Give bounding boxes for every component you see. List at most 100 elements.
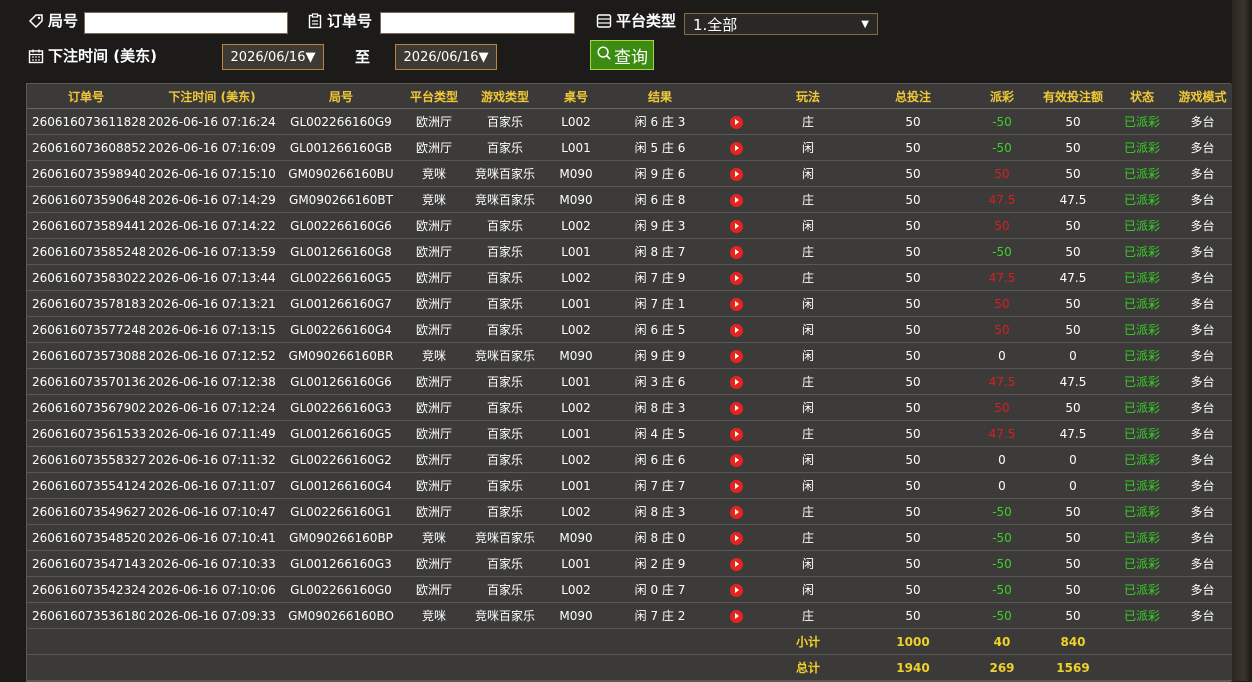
platform-type-cell: 竞咪: [403, 186, 465, 213]
payout-cell: 50: [969, 290, 1035, 317]
video-cell[interactable]: [713, 160, 759, 187]
play-icon[interactable]: [729, 583, 743, 597]
platform-type-cell: 欧洲厅: [403, 420, 465, 447]
video-cell[interactable]: [713, 342, 759, 369]
video-cell[interactable]: [713, 472, 759, 499]
date-to-picker[interactable]: 2026/06/16 ▼: [395, 44, 497, 70]
order-no-cell: 260616073578183: [27, 290, 145, 317]
game-mode-cell: 多台: [1173, 316, 1232, 343]
play-icon[interactable]: [729, 427, 743, 441]
play-icon[interactable]: [729, 167, 743, 181]
header-valid-bet: 有效投注额: [1035, 84, 1111, 109]
game-mode-cell: 多台: [1173, 576, 1232, 603]
video-cell[interactable]: [713, 394, 759, 421]
game-mode-cell: 多台: [1173, 108, 1232, 135]
video-cell[interactable]: [713, 290, 759, 317]
play-icon[interactable]: [729, 531, 743, 545]
order-input[interactable]: [380, 12, 575, 34]
video-cell[interactable]: [713, 420, 759, 447]
video-cell[interactable]: [713, 316, 759, 343]
game-mode-cell: 多台: [1173, 394, 1232, 421]
video-cell[interactable]: [713, 264, 759, 291]
game-type-cell: 百家乐: [465, 134, 545, 161]
round-no-cell: GL001266160G5: [279, 420, 403, 447]
round-no-cell: GL001266160G7: [279, 290, 403, 317]
play-icon[interactable]: [729, 453, 743, 467]
table-row: 260616073567902 2026-06-16 07:12:24 GL0022…: [27, 394, 1232, 421]
header-platform: 平台类型: [403, 84, 465, 109]
order-no-cell: 260616073611828: [27, 108, 145, 135]
play-icon[interactable]: [729, 219, 743, 233]
video-cell[interactable]: [713, 108, 759, 135]
bet-time-cell: 2026-06-16 07:15:10: [145, 160, 279, 187]
bet-type-cell: 庄: [759, 108, 857, 135]
video-cell[interactable]: [713, 550, 759, 577]
valid-bet-cell: 0: [1035, 342, 1111, 369]
play-icon[interactable]: [729, 609, 743, 623]
play-icon[interactable]: [729, 349, 743, 363]
status-cell: 已派彩: [1111, 576, 1173, 603]
tag-icon: [27, 12, 45, 30]
status-cell: 已派彩: [1111, 420, 1173, 447]
platform-type-cell: 欧洲厅: [403, 212, 465, 239]
bet-type-cell: 庄: [759, 420, 857, 447]
date-from-value: 2026/06/16: [230, 49, 306, 65]
video-cell[interactable]: [713, 238, 759, 265]
video-cell[interactable]: [713, 524, 759, 551]
table-no-cell: M090: [545, 186, 607, 213]
subtotal-total: 1000: [857, 628, 969, 655]
video-cell[interactable]: [713, 134, 759, 161]
query-button[interactable]: 查询: [590, 40, 654, 70]
play-icon[interactable]: [729, 479, 743, 493]
total-bet-cell: 50: [857, 290, 969, 317]
total-bet-cell: 50: [857, 420, 969, 447]
date-from-picker[interactable]: 2026/06/16 ▼: [222, 44, 324, 70]
game-type-cell: 竞咪百家乐: [465, 342, 545, 369]
play-icon[interactable]: [729, 297, 743, 311]
round-no-cell: GM090266160BO: [279, 602, 403, 629]
table-row: 260616073585248 2026-06-16 07:13:59 GL0012…: [27, 238, 1232, 265]
play-icon[interactable]: [729, 375, 743, 389]
table-no-cell: L002: [545, 212, 607, 239]
video-cell[interactable]: [713, 576, 759, 603]
table-row: 260616073589441 2026-06-16 07:14:22 GL0022…: [27, 212, 1232, 239]
video-cell[interactable]: [713, 212, 759, 239]
play-icon[interactable]: [729, 557, 743, 571]
round-input[interactable]: [84, 12, 288, 34]
video-cell[interactable]: [713, 186, 759, 213]
valid-bet-cell: 50: [1035, 498, 1111, 525]
play-icon[interactable]: [729, 401, 743, 415]
status-cell: 已派彩: [1111, 368, 1173, 395]
order-no-cell: 260616073554124: [27, 472, 145, 499]
total-bet-cell: 50: [857, 316, 969, 343]
status-cell: 已派彩: [1111, 524, 1173, 551]
play-icon[interactable]: [729, 193, 743, 207]
table-row: 260616073583022 2026-06-16 07:13:44 GL0022…: [27, 264, 1232, 291]
play-icon[interactable]: [729, 115, 743, 129]
play-icon[interactable]: [729, 271, 743, 285]
video-cell[interactable]: [713, 498, 759, 525]
video-cell[interactable]: [713, 368, 759, 395]
order-no-cell: 260616073608852: [27, 134, 145, 161]
video-cell[interactable]: [713, 602, 759, 629]
play-icon[interactable]: [729, 323, 743, 337]
play-icon[interactable]: [729, 141, 743, 155]
round-no-cell: GM090266160BR: [279, 342, 403, 369]
bet-time-cell: 2026-06-16 07:10:47: [145, 498, 279, 525]
round-no-cell: GL002266160G9: [279, 108, 403, 135]
grand-total-row: 总计 1940 269 1569: [27, 654, 1232, 681]
table-row: 260616073549627 2026-06-16 07:10:47 GL0022…: [27, 498, 1232, 525]
time-filter: 下注时间 (美东): [27, 45, 157, 66]
table-row: 260616073548520 2026-06-16 07:10:41 GM0902…: [27, 524, 1232, 551]
bet-time-cell: 2026-06-16 07:16:24: [145, 108, 279, 135]
video-cell[interactable]: [713, 446, 759, 473]
bet-time-cell: 2026-06-16 07:13:15: [145, 316, 279, 343]
grand-total-total: 1940: [857, 654, 969, 681]
round-no-cell: GL001266160G6: [279, 368, 403, 395]
valid-bet-cell: 50: [1035, 134, 1111, 161]
order-no-cell: 260616073570136: [27, 368, 145, 395]
play-icon[interactable]: [729, 505, 743, 519]
table-row: 260616073561533 2026-06-16 07:11:49 GL0012…: [27, 420, 1232, 447]
play-icon[interactable]: [729, 245, 743, 259]
platform-select[interactable]: 1.全部 ▼: [684, 13, 878, 35]
